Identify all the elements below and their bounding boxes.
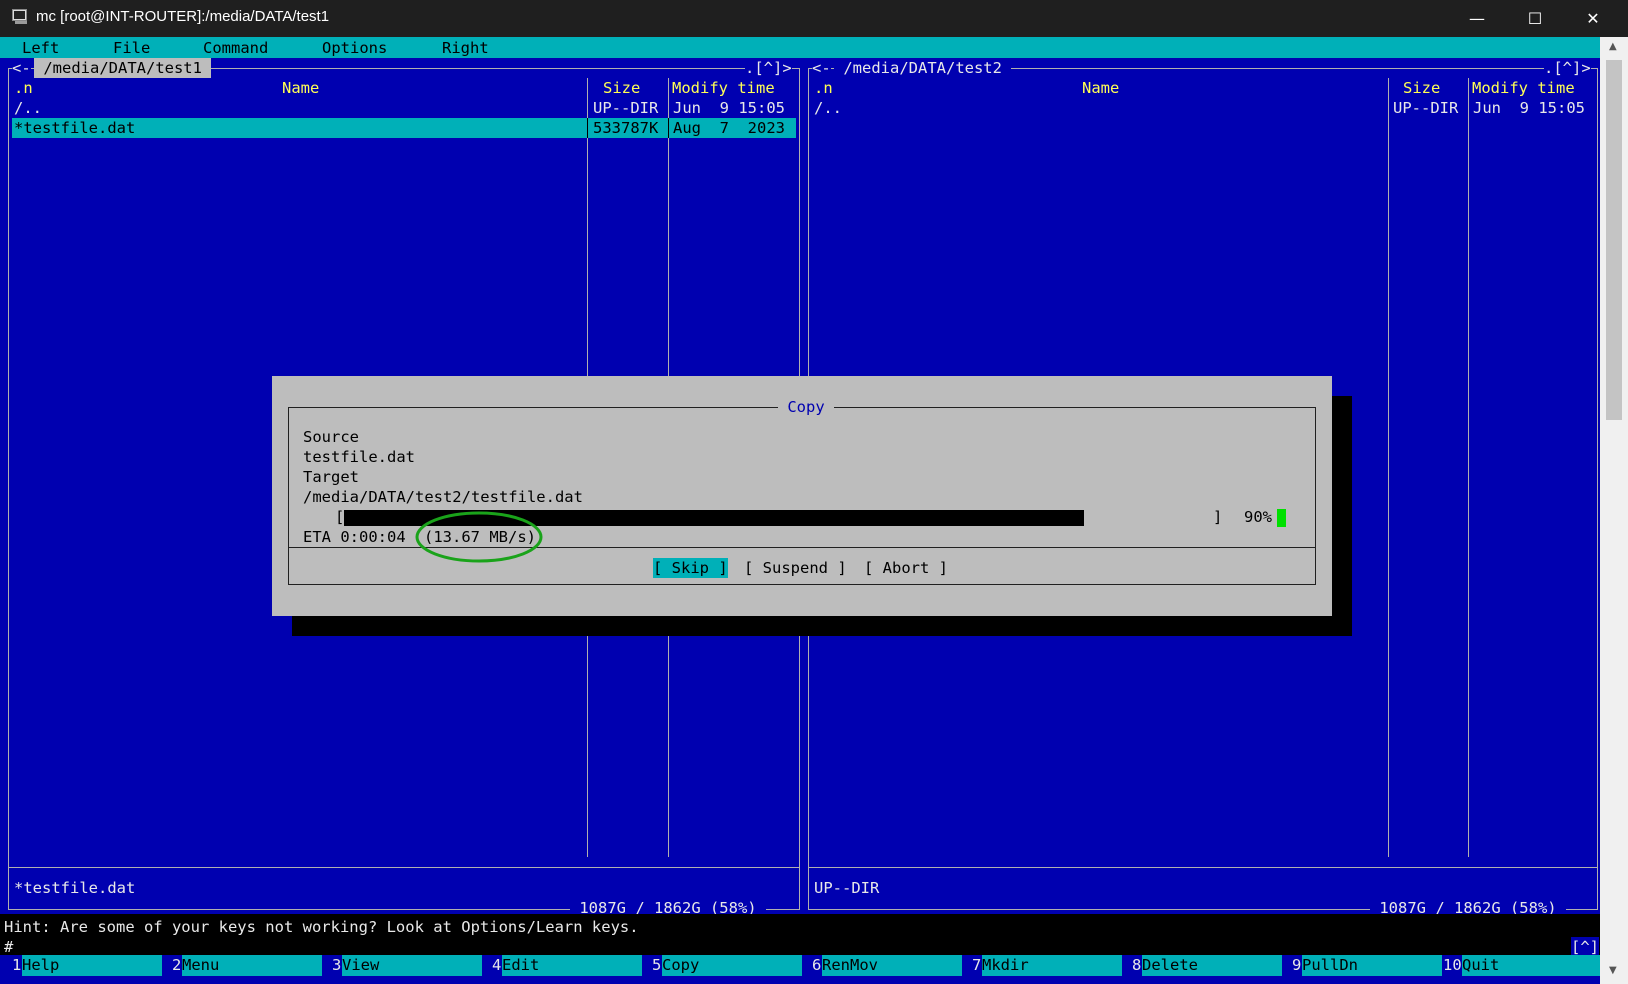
progress-bracket-close: ]	[1213, 508, 1223, 526]
table-row-selected[interactable]: *testfile.dat 533787K Aug 7 2023	[12, 118, 796, 138]
fkey-number: 1	[12, 956, 22, 974]
menu-command[interactable]: Command	[203, 38, 268, 58]
progress-percent: 90%	[1244, 508, 1272, 526]
scroll-thumb[interactable]	[1606, 60, 1622, 420]
menu-options[interactable]: Options	[322, 38, 387, 58]
shell-prompt[interactable]: #	[4, 937, 13, 957]
row-name: /..	[14, 99, 42, 117]
fkey-quit[interactable]: Quit	[1462, 955, 1600, 976]
left-col-name[interactable]: Name	[282, 78, 319, 98]
fkey-edit[interactable]: Edit	[502, 955, 642, 976]
fkey-number: 4	[492, 956, 502, 974]
fkey-number: 2	[172, 956, 182, 974]
speed-highlight-ellipse	[415, 511, 543, 563]
menu-bar: Left File Command Options Right	[0, 37, 1600, 58]
row-time: Aug 7 2023	[673, 119, 785, 137]
row-size: UP--DIR	[593, 99, 659, 117]
hint-line: Hint: Are some of your keys not working?…	[4, 918, 639, 936]
row-size: UP--DIR	[1393, 99, 1459, 117]
left-status: *testfile.dat	[14, 879, 136, 897]
fkey-number: 5	[652, 956, 662, 974]
right-col-name[interactable]: Name	[1082, 78, 1119, 98]
right-status: UP--DIR	[814, 879, 880, 897]
menu-left[interactable]: Left	[22, 38, 59, 58]
menu-right[interactable]: Right	[442, 38, 489, 58]
scroll-down-icon[interactable]: ▼	[1609, 965, 1617, 976]
fkey-number: 6	[812, 956, 822, 974]
eta-text: ETA 0:00:04	[303, 528, 406, 546]
menu-file[interactable]: File	[113, 38, 150, 58]
row-size: 533787K	[593, 119, 659, 137]
left-status-divider	[8, 867, 800, 868]
fkey-help[interactable]: Help	[22, 955, 162, 976]
fkey-mkdir[interactable]: Mkdir	[982, 955, 1122, 976]
skip-button[interactable]: [ Skip ]	[653, 558, 728, 578]
window-title: mc [root@INT-ROUTER]:/media/DATA/test1	[36, 8, 330, 25]
abort-button[interactable]: [ Abort ]	[864, 558, 948, 578]
window-titlebar: mc [root@INT-ROUTER]:/media/DATA/test1 —…	[0, 0, 1628, 37]
minimize-button[interactable]: —	[1448, 0, 1506, 37]
cursor-block	[1277, 509, 1286, 527]
right-panel-corner-right[interactable]: .[^]>	[1544, 58, 1591, 78]
fkey-number: 9	[1292, 956, 1302, 974]
maximize-icon: ☐	[1527, 9, 1543, 28]
suspend-button[interactable]: [ Suspend ]	[744, 558, 847, 578]
fkey-renmov[interactable]: RenMov	[822, 955, 962, 976]
right-col-divider-1	[1388, 78, 1389, 857]
row-name: /..	[814, 99, 842, 117]
terminal-app-icon	[12, 9, 27, 24]
left-panel-corner-right[interactable]: .[^]>	[745, 58, 792, 78]
fkey-number: 8	[1132, 956, 1142, 974]
fkey-number: 3	[332, 956, 342, 974]
left-col-sort[interactable]: .n	[14, 78, 33, 98]
fkey-number: 7	[972, 956, 982, 974]
scroll-up-icon[interactable]: ▲	[1609, 41, 1617, 52]
right-col-sort[interactable]: .n	[814, 78, 833, 98]
dialog-title: Copy	[778, 397, 834, 417]
fkey-pulldn[interactable]: PullDn	[1302, 955, 1442, 976]
row-name: *testfile.dat	[14, 119, 136, 137]
right-panel-path[interactable]: /media/DATA/test2	[834, 58, 1012, 78]
minimize-icon: —	[1469, 9, 1485, 28]
fkey-delete[interactable]: Delete	[1142, 955, 1282, 976]
right-status-divider	[808, 867, 1598, 868]
right-col-time[interactable]: Modify time	[1472, 78, 1575, 98]
row-time: Jun 9 15:05	[673, 99, 785, 117]
left-col-size[interactable]: Size	[603, 78, 640, 98]
source-value: testfile.dat	[303, 448, 415, 466]
fkey-view[interactable]: View	[342, 955, 482, 976]
fkey-number: 10	[1443, 956, 1462, 974]
left-panel-path[interactable]: /media/DATA/test1	[34, 58, 212, 78]
row-time: Jun 9 15:05	[1473, 99, 1585, 117]
source-label: Source	[303, 428, 359, 446]
maximize-button[interactable]: ☐	[1506, 0, 1564, 37]
target-label: Target	[303, 468, 359, 486]
close-icon: ✕	[1586, 9, 1600, 28]
prompt-corner[interactable]: [^]	[1571, 937, 1599, 957]
copy-dialog: Copy Source testfile.dat Target /media/D…	[272, 376, 1332, 616]
right-panel-corner-left[interactable]: <-	[812, 58, 831, 78]
right-col-divider-2	[1468, 78, 1469, 857]
left-col-time[interactable]: Modify time	[672, 78, 775, 98]
fkey-copy[interactable]: Copy	[662, 955, 802, 976]
left-panel-corner-left[interactable]: <-	[12, 58, 31, 78]
fkey-menu[interactable]: Menu	[182, 955, 322, 976]
progress-bracket-open: [	[335, 508, 345, 526]
right-col-size[interactable]: Size	[1403, 78, 1440, 98]
close-button[interactable]: ✕	[1564, 0, 1622, 37]
